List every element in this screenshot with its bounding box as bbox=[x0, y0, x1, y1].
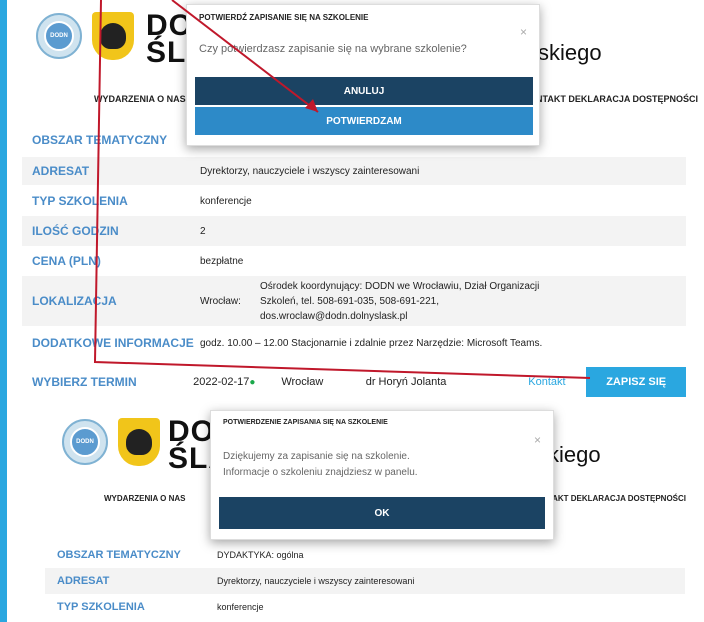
nav-right[interactable]: NTAKT DEKLARACJA DOSTĘPNOŚCI bbox=[542, 494, 686, 503]
brand-suffix: kiego bbox=[548, 442, 601, 467]
header-logos: DODN bbox=[62, 418, 160, 466]
row-label: TYP SZKOLENIA bbox=[57, 601, 145, 613]
close-icon[interactable]: × bbox=[534, 433, 541, 447]
row-value: konferencje bbox=[217, 602, 264, 612]
row-value: godz. 10.00 – 12.00 Stacjonarnie i zdaln… bbox=[200, 337, 543, 349]
dodn-logo-text: DODN bbox=[44, 21, 74, 51]
row-label: ADRESAT bbox=[32, 164, 90, 178]
dodn-logo-text: DODN bbox=[70, 427, 100, 457]
location-row: LOKALIZACJA Wrocław: Ośrodek koordynując… bbox=[22, 276, 686, 326]
location-details: Ośrodek koordynujący: DODN we Wrocławiu,… bbox=[260, 280, 540, 322]
header-logos: DODN bbox=[36, 12, 134, 60]
dodn-logo: DODN bbox=[62, 419, 108, 465]
left-border bbox=[0, 0, 7, 622]
table-row: OBSZAR TEMATYCZNY DYDAKTYKA: ogólna bbox=[45, 542, 685, 568]
term-city: Wrocław bbox=[281, 376, 324, 388]
term-label: WYBIERZ TERMIN bbox=[32, 375, 137, 389]
row-label: ILOŚĆ GODZIN bbox=[32, 224, 119, 238]
crest-logo bbox=[92, 12, 134, 60]
table-row: DODATKOWE INFORMACJE godz. 10.00 – 12.00… bbox=[22, 328, 686, 358]
table-row: TYP SZKOLENIA konferencje bbox=[22, 186, 686, 216]
row-value: Dyrektorzy, nauczyciele i wszyscy zainte… bbox=[200, 165, 420, 177]
row-label: OBSZAR TEMATYCZNY bbox=[32, 133, 168, 147]
close-icon[interactable]: × bbox=[520, 25, 527, 39]
nav-left[interactable]: WYDARZENIA O NAS bbox=[94, 94, 186, 104]
confirm-button[interactable]: POTWIERDZAM bbox=[195, 107, 533, 135]
table-row: ADRESAT Dyrektorzy, nauczyciele i wszysc… bbox=[22, 157, 686, 185]
table-row: CENA (PLN) bezpłatne bbox=[22, 246, 686, 276]
row-value: konferencje bbox=[200, 195, 252, 207]
nav-left[interactable]: WYDARZENIA O NAS bbox=[104, 494, 185, 503]
row-label: TYP SZKOLENIA bbox=[32, 194, 128, 208]
row-label: OBSZAR TEMATYCZNY bbox=[57, 549, 181, 561]
cancel-button[interactable]: ANULUJ bbox=[195, 77, 533, 105]
dodn-logo: DODN bbox=[36, 13, 82, 59]
modal-message: Dziękujemy za zapisanie się na szkolenie… bbox=[223, 451, 418, 478]
row-label: CENA (PLN) bbox=[32, 254, 101, 268]
confirm-modal: POTWIERDŹ ZAPISANIE SIĘ NA SZKOLENIE × C… bbox=[186, 4, 540, 146]
row-label: DODATKOWE INFORMACJE bbox=[32, 336, 194, 350]
row-label: LOKALIZACJA bbox=[32, 294, 117, 308]
modal-message: Czy potwierdzasz zapisanie się na wybran… bbox=[199, 43, 467, 55]
term-row: WYBIERZ TERMIN 2022-02-17● Wrocław dr Ho… bbox=[22, 364, 687, 400]
table-row: TYP SZKOLENIA konferencje bbox=[45, 594, 685, 620]
ok-button[interactable]: OK bbox=[219, 497, 545, 529]
contact-link[interactable]: Kontakt bbox=[508, 376, 587, 388]
row-label: ADRESAT bbox=[57, 575, 110, 587]
row-value: DYDAKTYKA: ogólna bbox=[217, 550, 304, 560]
crest-logo bbox=[118, 418, 160, 466]
brand-suffix: skiego bbox=[538, 40, 602, 65]
nav-right[interactable]: NTAKT DEKLARACJA DOSTĘPNOŚCI bbox=[536, 94, 698, 104]
table-row: ILOŚĆ GODZIN 2 bbox=[22, 216, 686, 246]
table-row: ADRESAT Dyrektorzy, nauczyciele i wszysc… bbox=[45, 568, 685, 594]
modal-title: POTWIERDZENIE ZAPISANIA SIĘ NA SZKOLENIE bbox=[223, 419, 388, 426]
term-person: dr Horyń Jolanta bbox=[365, 376, 447, 388]
row-value: Dyrektorzy, nauczyciele i wszyscy zainte… bbox=[217, 576, 415, 586]
location-city: Wrocław: bbox=[200, 295, 241, 307]
success-modal: POTWIERDZENIE ZAPISANIA SIĘ NA SZKOLENIE… bbox=[210, 410, 554, 540]
term-date: 2022-02-17● bbox=[193, 376, 256, 388]
modal-title: POTWIERDŹ ZAPISANIE SIĘ NA SZKOLENIE bbox=[199, 13, 369, 22]
row-value: 2 bbox=[200, 225, 206, 237]
enroll-button[interactable]: ZAPISZ SIĘ bbox=[586, 367, 687, 397]
row-value: bezpłatne bbox=[200, 255, 244, 267]
